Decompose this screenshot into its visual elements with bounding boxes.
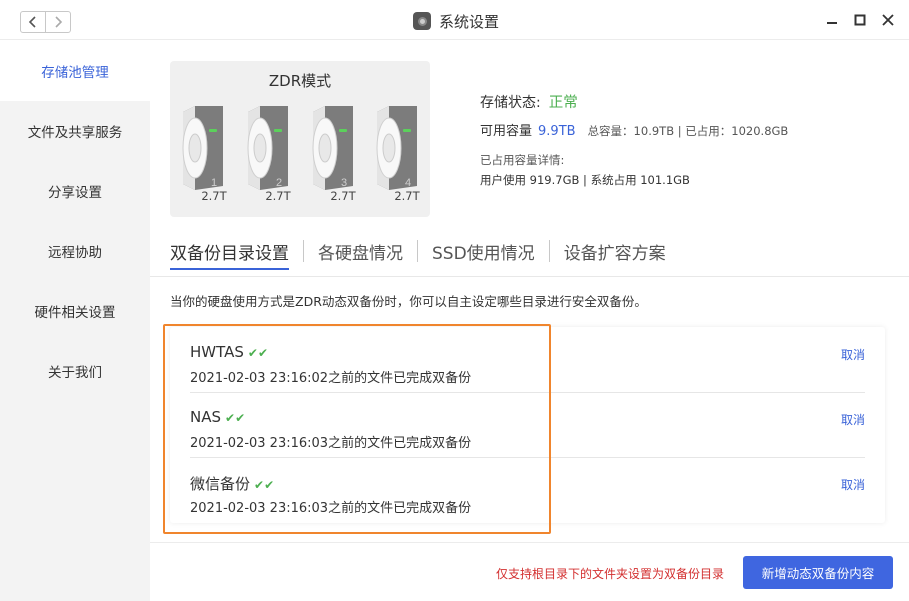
disk-number: 2 (276, 177, 282, 189)
sidebar-item-share-settings[interactable]: 分享设置 (0, 161, 150, 221)
disk-4-icon: 4 (375, 104, 419, 190)
disk-3-icon: 3 (311, 104, 355, 190)
cancel-link[interactable]: 取消 (841, 476, 865, 493)
maximize-icon (854, 14, 866, 26)
root-folder-note: 仅支持根目录下的文件夹设置为双备份目录 (496, 567, 725, 581)
sidebar-item-file-sharing[interactable]: 文件及共享服务 (0, 101, 150, 161)
nav-buttons (20, 11, 71, 33)
available-capacity-value: 9.9TB (538, 124, 576, 139)
cancel-link[interactable]: 取消 (841, 346, 865, 363)
tab-divider (303, 240, 304, 262)
tab-disk-status[interactable]: 各硬盘情况 (318, 239, 403, 264)
forward-button[interactable] (45, 12, 70, 32)
minimize-button[interactable] (824, 12, 840, 28)
total-capacity-text: 总容量：10.9TB | 已占用：1020.8GB (587, 124, 789, 138)
storage-status: 存储状态: 正常 (480, 91, 578, 112)
minimize-icon (827, 22, 837, 24)
chevron-right-icon (55, 16, 63, 28)
highlight-box (163, 324, 551, 534)
storage-status-label: 存储状态: (480, 95, 541, 111)
sidebar-item-storage-pool[interactable]: 存储池管理 (0, 41, 150, 101)
usage-detail-text: 用户使用 919.7GB | 系统占用 101.1GB (480, 173, 690, 187)
storage-status-value: 正常 (548, 95, 578, 111)
disk-1-icon: 1 (181, 104, 225, 190)
cancel-link[interactable]: 取消 (841, 411, 865, 428)
tab-expansion-plan[interactable]: 设备扩容方案 (564, 239, 666, 264)
disk-number: 1 (211, 177, 217, 189)
tab-divider (548, 240, 550, 262)
sidebar-item-remote-assist[interactable]: 远程协助 (0, 221, 150, 281)
tab-divider (417, 240, 418, 262)
settings-app-icon (413, 12, 431, 30)
usage-detail-title: 已占用容量详情: (480, 153, 565, 167)
zdr-mode-title: ZDR模式 (268, 72, 332, 90)
disk-size-label: 2.7T (330, 189, 356, 203)
close-button[interactable] (880, 12, 896, 28)
disk-number: 4 (405, 177, 411, 189)
available-capacity-label: 可用容量 (480, 124, 533, 139)
maximize-button[interactable] (852, 12, 868, 28)
close-icon (882, 14, 894, 26)
disk-size-label: 2.7T (265, 189, 291, 203)
disk-size-label: 2.7T (201, 189, 227, 203)
sidebar: 存储池管理 文件及共享服务 分享设置 远程协助 硬件相关设置 关于我们 (0, 41, 150, 601)
tab-dual-backup[interactable]: 双备份目录设置 (170, 239, 289, 270)
dual-backup-description: 当你的硬盘使用方式是ZDR动态双备份时，你可以自主设定哪些目录进行安全双备份。 (170, 294, 647, 309)
footer-divider (150, 542, 909, 543)
disk-2-icon: 2 (246, 104, 290, 190)
tab-bar: 双备份目录设置 各硬盘情况 SSD使用情况 设备扩容方案 (170, 236, 666, 270)
tab-underline-divider (150, 276, 909, 277)
add-dual-backup-button[interactable]: 新增动态双备份内容 (743, 556, 893, 589)
back-button[interactable] (21, 12, 45, 32)
disk-size-label: 2.7T (394, 189, 420, 203)
capacity-line: 可用容量 9.9TB 总容量：10.9TB | 已占用：1020.8GB (480, 120, 788, 139)
zdr-mode-panel: ZDR模式 1 2.7T 2 2.7T 3 2.7T 4 2.7T (170, 61, 430, 217)
sidebar-item-about[interactable]: 关于我们 (0, 341, 150, 401)
tab-ssd-usage[interactable]: SSD使用情况 (432, 239, 535, 264)
window-title: 系统设置 (439, 13, 500, 31)
title-bar: 系统设置 (0, 0, 909, 40)
chevron-left-icon (29, 16, 36, 28)
disk-number: 3 (341, 177, 347, 189)
sidebar-item-hardware[interactable]: 硬件相关设置 (0, 281, 150, 341)
